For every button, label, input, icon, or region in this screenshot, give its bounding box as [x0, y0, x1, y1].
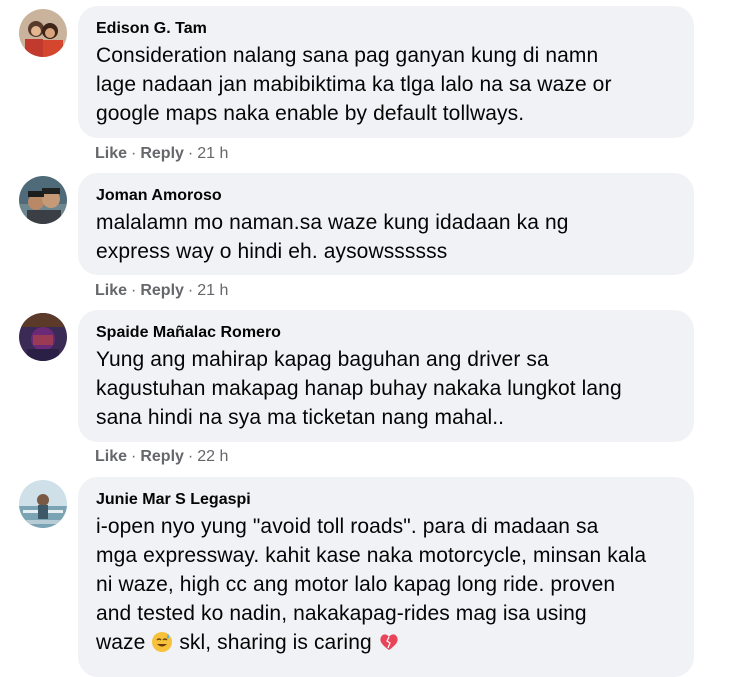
smiling-face-with-sweat-icon — [151, 631, 173, 661]
comment-text-part: skl, sharing is caring — [179, 631, 372, 654]
avatar-photo — [19, 480, 67, 528]
comment-author[interactable]: Spaide Mañalac Romero — [96, 323, 676, 343]
like-link[interactable]: Like — [95, 448, 127, 465]
avatar[interactable] — [19, 480, 67, 528]
avatar-photo — [19, 176, 67, 224]
separator: · — [187, 282, 194, 299]
comment-bubble: Junie Mar S Legaspi i-open nyo yung "avo… — [78, 477, 694, 677]
heart-icon — [378, 631, 400, 661]
reply-link[interactable]: Reply — [140, 145, 184, 162]
comment-text-last-line: waze skl, sharing is caring — [96, 628, 676, 661]
comment-author[interactable]: Junie Mar S Legaspi — [96, 490, 676, 510]
like-link[interactable]: Like — [95, 282, 127, 299]
avatar-photo — [19, 9, 67, 57]
comment-text: malalamn mo naman.sa waze kung idadaan k… — [96, 211, 569, 263]
separator: · — [131, 282, 137, 299]
separator: · — [187, 448, 194, 465]
avatar[interactable] — [19, 176, 67, 224]
comment-text-part: waze — [96, 631, 146, 654]
comment-text: Yung ang mahirap kapag baguhan ang drive… — [96, 348, 622, 429]
comment-bubble: Edison G. Tam Consideration nalang sana … — [78, 6, 694, 138]
comment-bubble: Spaide Mañalac Romero Yung ang mahirap k… — [78, 310, 694, 442]
timestamp[interactable]: 22 h — [197, 448, 228, 465]
comment-text: Consideration nalang sana pag ganyan kun… — [96, 44, 612, 125]
avatar-photo — [19, 313, 67, 361]
comment-actions: Like · Reply · 21 h — [95, 281, 228, 301]
comment-actions: Like · Reply · 21 h — [95, 144, 228, 164]
avatar[interactable] — [19, 313, 67, 361]
timestamp[interactable]: 21 h — [197, 145, 228, 162]
separator: · — [187, 145, 194, 162]
comment-author[interactable]: Joman Amoroso — [96, 186, 676, 206]
like-link[interactable]: Like — [95, 145, 127, 162]
comment-author[interactable]: Edison G. Tam — [96, 19, 676, 39]
reply-link[interactable]: Reply — [140, 282, 184, 299]
reply-link[interactable]: Reply — [140, 448, 184, 465]
comment-text: i-open nyo yung "avoid toll roads". para… — [96, 515, 647, 625]
comment-actions: Like · Reply · 22 h — [95, 447, 228, 467]
separator: · — [131, 448, 137, 465]
separator: · — [131, 145, 137, 162]
comment-bubble: Joman Amoroso malalamn mo naman.sa waze … — [78, 173, 694, 275]
timestamp[interactable]: 21 h — [197, 282, 228, 299]
avatar[interactable] — [19, 9, 67, 57]
